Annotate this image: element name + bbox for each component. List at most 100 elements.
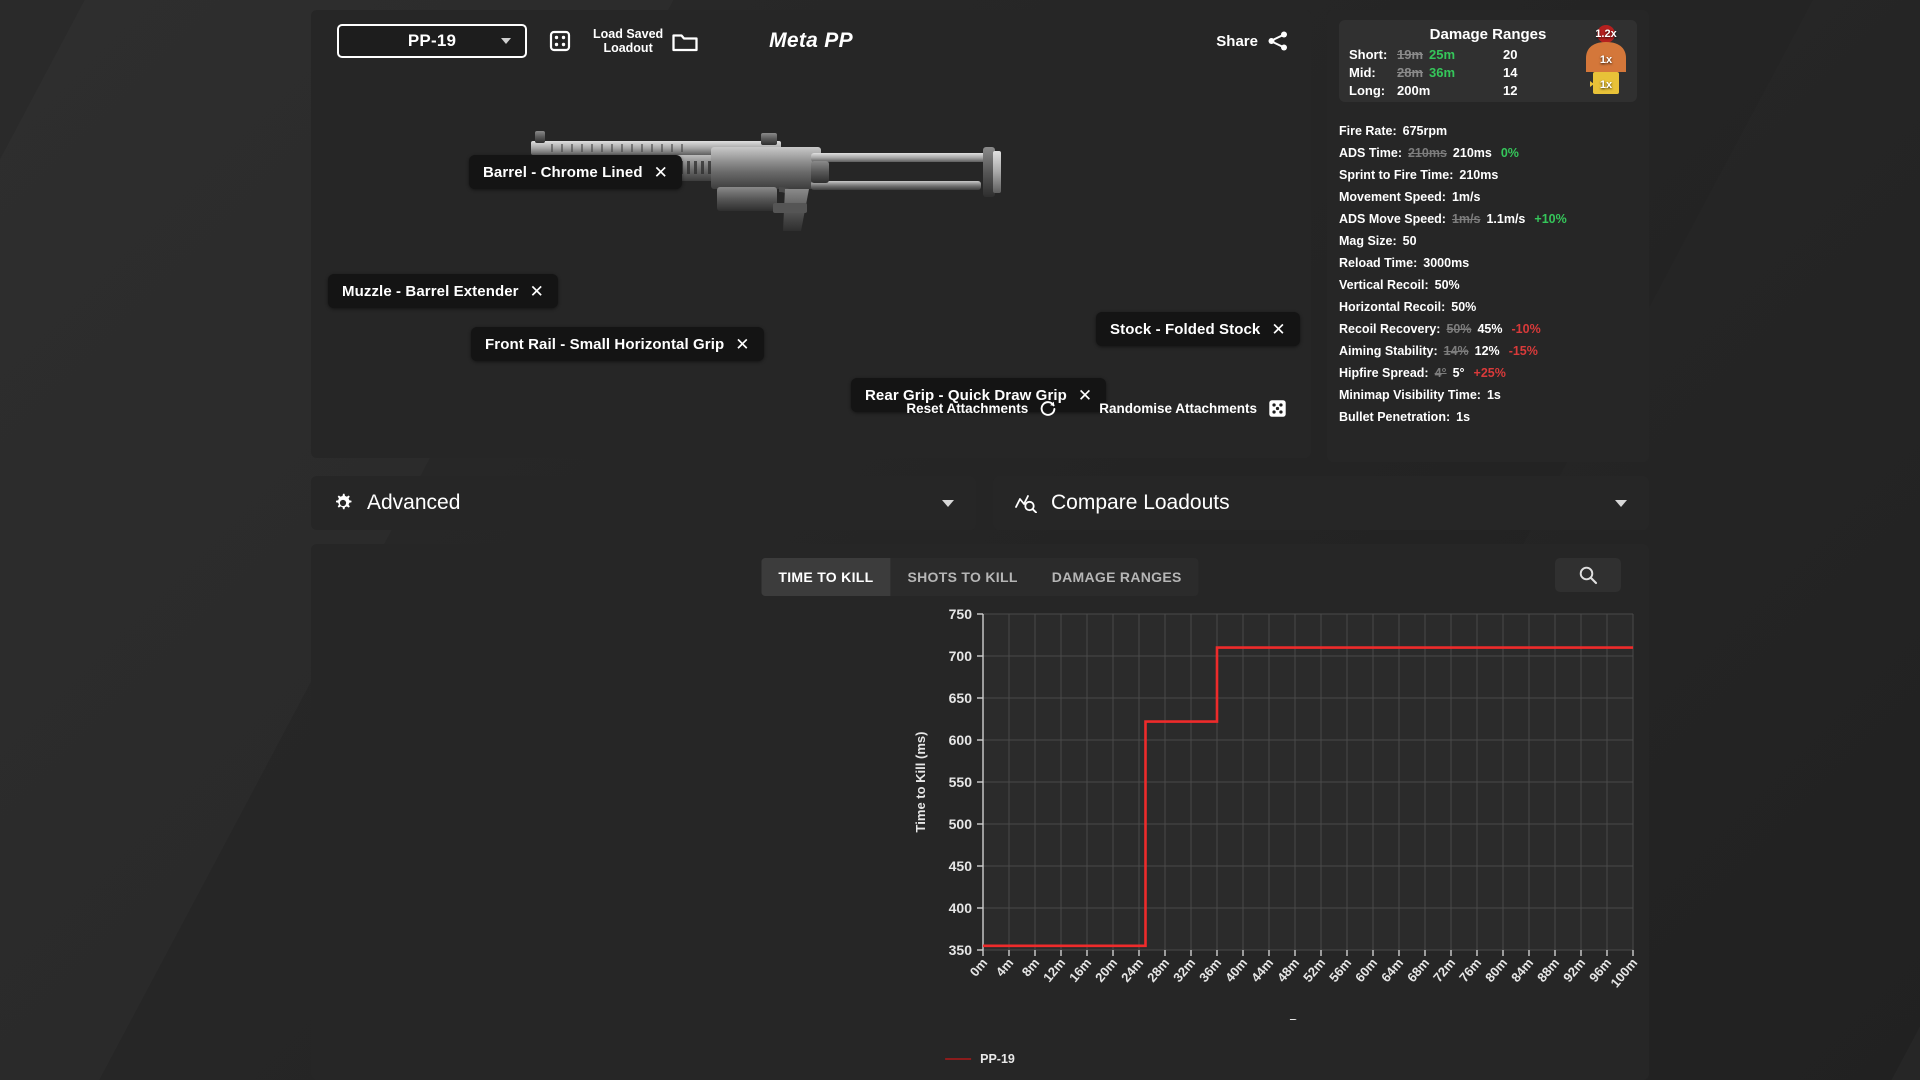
x-axis-title: Range (1289, 1016, 1327, 1020)
legend-label: PP-19 (980, 1052, 1015, 1066)
stat-key: Mag Size: (1339, 234, 1397, 248)
stat-old-value: 14% (1443, 344, 1469, 358)
randomise-attachments-button[interactable]: Randomise Attachments (1099, 399, 1287, 418)
builder-toolbar: PP-19 Load Saved Loadout Meta PP Share (311, 10, 1381, 72)
stat-old-value: 50% (1446, 322, 1472, 336)
stat-value: 50% (1434, 278, 1460, 292)
stat-value: 12% (1474, 344, 1500, 358)
damage-range-old-value: 28m (1397, 65, 1424, 80)
stat-key: ADS Time: (1339, 146, 1402, 160)
stat-row: ADS Time: 210ms 210ms 0% (1339, 142, 1637, 164)
attachment-chip-label: Muzzle - Barrel Extender (342, 282, 519, 300)
remove-attachment-icon[interactable]: ✕ (1271, 321, 1285, 338)
remove-attachment-icon[interactable]: ✕ (654, 164, 668, 181)
stat-old-value: 1m/s (1451, 212, 1481, 226)
weapon-select[interactable]: PP-19 (337, 24, 527, 58)
damage-range-key: Long: (1349, 83, 1386, 98)
damage-range-key: Mid: (1349, 65, 1376, 80)
dice-icon (549, 30, 571, 52)
weapon-select-value: PP-19 (407, 31, 457, 50)
stat-value: 210ms (1452, 146, 1492, 160)
stat-row: Sprint to Fire Time: 210ms (1339, 164, 1637, 186)
app-root: PP-19 Load Saved Loadout Meta PP Share B… (0, 0, 1920, 1080)
stat-value: 45% (1477, 322, 1503, 336)
attachment-chip-label: Front Rail - Small Horizontal Grip (485, 335, 725, 353)
x-axis-tick-label: 76m (1456, 955, 1484, 985)
damage-range-plain-value: 200m (1397, 83, 1431, 98)
refresh-icon (1040, 400, 1056, 416)
legs-multiplier-label: 1x (1599, 79, 1613, 91)
stat-key: Bullet Penetration: (1339, 410, 1451, 424)
damage-range-old-value: 19m (1397, 47, 1424, 62)
accordion-compare-label: Compare Loadouts (1051, 491, 1230, 514)
share-button[interactable]: Share (1216, 30, 1289, 52)
y-axis-tick-label: 650 (949, 690, 973, 706)
load-saved-loadout-button[interactable]: Load Saved Loadout (593, 27, 698, 55)
stage-actions: Reset Attachments Randomise Attachments (906, 399, 1287, 418)
stat-delta: +25% (1473, 366, 1506, 380)
loadout-builder-card: PP-19 Load Saved Loadout Meta PP Share B… (311, 10, 1381, 458)
x-axis-tick-label: 4m (993, 955, 1017, 979)
y-axis-tick-label: 750 (949, 606, 973, 622)
damage-range-new-value: 25m (1429, 47, 1456, 62)
stat-key: Vertical Recoil: (1339, 278, 1429, 292)
stat-key: Sprint to Fire Time: (1339, 168, 1454, 182)
y-axis-tick-label: 700 (949, 648, 973, 664)
stat-value: 675rpm (1402, 124, 1448, 138)
gear-icon (333, 493, 353, 513)
load-saved-loadout-line1: Load Saved (593, 27, 664, 41)
damage-range-values: 28m 36m (1397, 64, 1503, 82)
stat-delta: +10% (1534, 212, 1567, 226)
stat-old-value: 210ms (1407, 146, 1447, 160)
y-axis-tick-label: 600 (949, 732, 973, 748)
x-axis-tick-label: 92m (1560, 955, 1588, 985)
x-axis-tick-label: 60m (1352, 955, 1380, 985)
stat-row: Bullet Penetration: 1s (1339, 406, 1637, 428)
attachment-chip-front-rail[interactable]: Front Rail - Small Horizontal Grip ✕ (471, 327, 764, 361)
x-axis-tick-label: 84m (1508, 955, 1536, 985)
stat-row: Fire Rate: 675rpm (1339, 120, 1637, 142)
dice-icon (1269, 400, 1286, 417)
stat-row: Minimap Visibility Time: 1s (1339, 384, 1637, 406)
chevron-down-icon (942, 499, 954, 507)
tab-shots-to-kill[interactable]: SHOTS TO KILL (891, 558, 1035, 596)
damage-ranges-box: Damage Ranges Short: 19m 25m 20 Mid: 28m 3… (1339, 20, 1637, 102)
stat-row: Movement Speed: 1m/s (1339, 186, 1637, 208)
tab-damage-ranges[interactable]: DAMAGE RANGES (1035, 558, 1199, 596)
remove-attachment-icon[interactable]: ✕ (530, 283, 544, 300)
x-axis-tick-label: 12m (1040, 955, 1068, 985)
accordion-advanced[interactable]: Advanced (311, 476, 976, 530)
randomise-attachments-label: Randomise Attachments (1099, 401, 1257, 416)
attachment-chip-stock[interactable]: Stock - Folded Stock ✕ (1096, 312, 1300, 346)
x-axis-tick-label: 20m (1092, 955, 1120, 985)
reset-attachments-button[interactable]: Reset Attachments (906, 400, 1057, 418)
stat-row: Mag Size: 50 (1339, 230, 1637, 252)
attachment-chip-label: Stock - Folded Stock (1110, 320, 1261, 338)
damage-range-damage: 14 (1503, 65, 1518, 80)
y-axis-tick-label: 500 (949, 816, 973, 832)
stat-value: 50 (1402, 234, 1417, 248)
chart-zoom-button[interactable] (1555, 558, 1621, 592)
tab-time-to-kill[interactable]: TIME TO KILL (761, 558, 891, 596)
randomise-weapon-dice-button[interactable] (549, 30, 571, 52)
chevron-down-icon (1615, 499, 1627, 507)
remove-attachment-icon[interactable]: ✕ (735, 336, 749, 353)
hit-multiplier-figure: 1.2x 1x 1x (1581, 24, 1631, 98)
accordion-compare-loadouts[interactable]: Compare Loadouts (993, 476, 1649, 530)
share-icon (1268, 31, 1287, 51)
chart-tabs: TIME TO KILL SHOTS TO KILL DAMAGE RANGES (761, 558, 1199, 596)
x-axis-tick-label: 56m (1326, 955, 1354, 985)
attachment-chip-label: Barrel - Chrome Lined (483, 163, 643, 181)
head-multiplier-label: 1.2x (1595, 28, 1617, 40)
stat-key: Movement Speed: (1339, 190, 1446, 204)
stat-delta: -15% (1508, 344, 1538, 358)
chevron-down-icon (501, 38, 511, 44)
legend-swatch (945, 1058, 972, 1060)
stat-row: Recoil Recovery: 50% 45% -10% (1339, 318, 1637, 340)
y-axis-tick-label: 550 (949, 774, 973, 790)
damage-range-key: Short: (1349, 47, 1388, 62)
attachment-chip-barrel[interactable]: Barrel - Chrome Lined ✕ (469, 155, 682, 189)
attachment-chip-muzzle[interactable]: Muzzle - Barrel Extender ✕ (328, 274, 558, 308)
y-axis-tick-label: 450 (949, 858, 973, 874)
stat-row: Horizontal Recoil: 50% (1339, 296, 1637, 318)
